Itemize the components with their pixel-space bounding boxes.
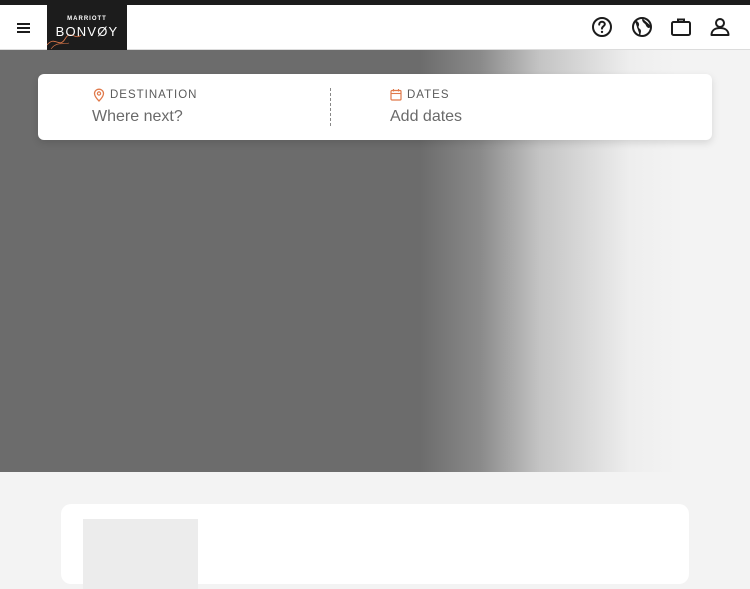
card-image-placeholder: [83, 519, 198, 589]
calendar-icon: [390, 89, 402, 101]
location-pin-icon: [93, 88, 105, 102]
content-card[interactable]: [61, 504, 689, 589]
marriott-bonvoy-logo[interactable]: MARRIOTT BONVØY: [47, 5, 127, 50]
briefcase-icon[interactable]: [669, 15, 693, 39]
dates-input[interactable]: Add dates: [390, 108, 462, 126]
destination-label: DESTINATION: [110, 89, 198, 101]
dates-label: DATES: [407, 89, 450, 101]
dates-field[interactable]: DATES Add dates: [331, 74, 712, 140]
destination-field[interactable]: DESTINATION Where next?: [38, 74, 330, 140]
user-icon[interactable]: [708, 15, 732, 39]
logo-marriott-text: MARRIOTT: [67, 16, 107, 22]
help-icon[interactable]: [590, 15, 614, 39]
site-header: MARRIOTT BONVØY: [0, 5, 750, 50]
globe-icon[interactable]: [630, 15, 654, 39]
logo-bonvoy-text: BONVØY: [55, 24, 119, 39]
search-form: DESTINATION Where next? DATES Add dates: [38, 74, 712, 140]
destination-input[interactable]: Where next?: [92, 108, 183, 126]
hamburger-menu-icon[interactable]: [12, 16, 36, 40]
